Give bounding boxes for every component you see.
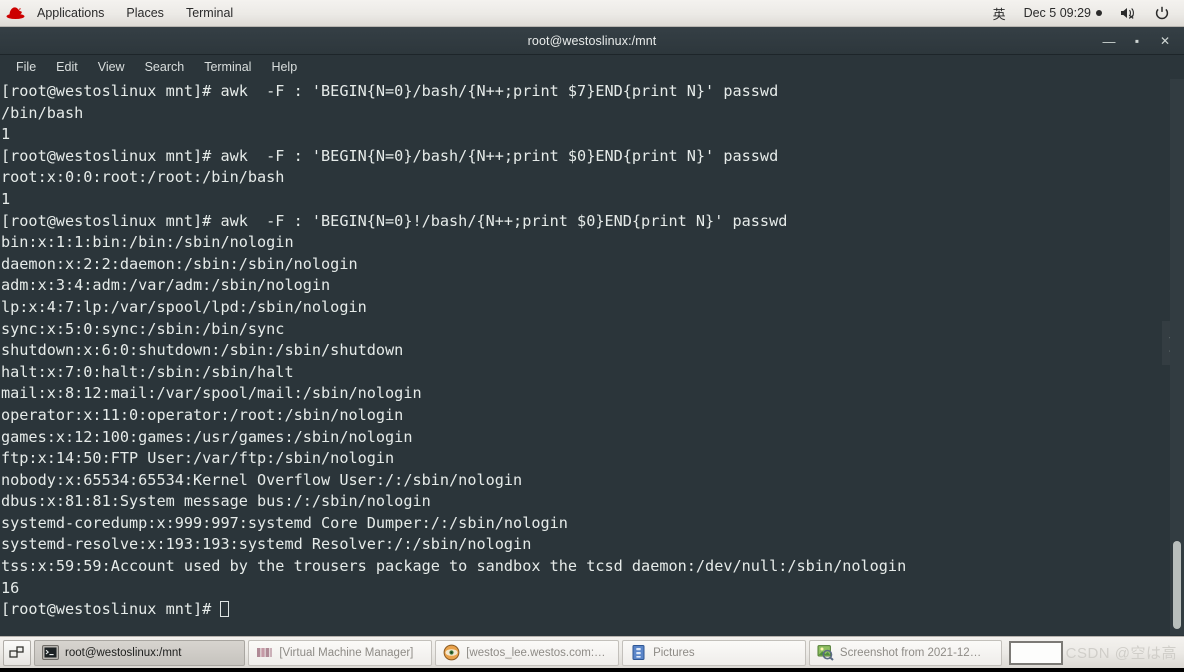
- terminal-prompt-line: [root@westoslinux mnt]#: [1, 599, 906, 621]
- terminal-canvas[interactable]: [root@westoslinux mnt]# awk -F : 'BEGIN{…: [0, 79, 1184, 635]
- task-button-pictures[interactable]: Pictures: [622, 639, 806, 666]
- terminal-line: /bin/bash: [1, 103, 84, 122]
- terminal-line: bin:x:1:1:bin:/bin:/sbin/nologin: [1, 233, 294, 252]
- terminal-line: halt:x:7:0:halt:/sbin:/sbin/halt: [1, 362, 294, 381]
- terminal-window: root@westoslinux:/mnt — ▪ ✕ File Edit Vi…: [0, 27, 1184, 636]
- menu-terminal[interactable]: Terminal: [175, 0, 244, 26]
- menu-applications[interactable]: Applications: [26, 0, 115, 26]
- terminal-line: 1: [1, 125, 11, 144]
- menu-help[interactable]: Help: [261, 57, 307, 77]
- terminal-line: [root@westoslinux mnt]# awk -F : 'BEGIN{…: [1, 82, 779, 100]
- terminal-line: mail:x:8:12:mail:/var/spool/mail:/sbin/n…: [1, 384, 422, 403]
- gnome-top-panel: Applications Places Terminal 英 Dec 5 09:…: [0, 0, 1184, 27]
- menu-view[interactable]: View: [88, 57, 135, 77]
- terminal-line: games:x:12:100:games:/usr/games:/sbin/no…: [1, 427, 413, 446]
- terminal-line: adm:x:3:4:adm:/var/adm:/sbin/nologin: [1, 276, 331, 295]
- terminal-line: nobody:x:65534:65534:Kernel Overflow Use…: [1, 470, 523, 489]
- terminal-line: tss:x:59:59:Account used by the trousers…: [1, 557, 907, 576]
- record-dot-icon: [1096, 10, 1102, 16]
- csdn-watermark: CSDN @空は高: [1065, 645, 1178, 662]
- window-title-bar[interactable]: root@westoslinux:/mnt — ▪ ✕: [0, 27, 1184, 55]
- terminal-line: shutdown:x:6:0:shutdown:/sbin:/sbin/shut…: [1, 341, 404, 360]
- maximize-button[interactable]: ▪: [1124, 30, 1150, 52]
- power-icon[interactable]: [1146, 0, 1178, 26]
- volume-muted-icon[interactable]: [1111, 0, 1146, 26]
- terminal-line: dbus:x:81:81:System message bus:/:/sbin/…: [1, 492, 431, 511]
- task-button-screenshot[interactable]: Screenshot from 2021-12…: [808, 639, 1002, 666]
- window-list-taskbar: root@westoslinux:/mnt [Virtual Machine M…: [0, 636, 1184, 668]
- screen-bottom-strip: [0, 668, 1184, 672]
- image-viewer-icon: [817, 644, 834, 661]
- terminal-line: [root@westoslinux mnt]# awk -F : 'BEGIN{…: [1, 211, 788, 230]
- top-panel-left-group: Applications Places Terminal: [0, 0, 244, 26]
- input-method-label: 英: [992, 6, 1006, 22]
- menu-terminal-window[interactable]: Terminal: [194, 57, 261, 77]
- terminal-line: systemd-resolve:x:193:193:systemd Resolv…: [1, 535, 532, 554]
- minimize-button[interactable]: —: [1096, 30, 1122, 52]
- terminal-scrollbar-thumb[interactable]: [1173, 541, 1181, 629]
- task-button-label: root@westoslinux:/mnt: [65, 646, 182, 659]
- terminal-line: daemon:x:2:2:daemon:/sbin:/sbin/nologin: [1, 254, 358, 273]
- workspace-switcher[interactable]: [1008, 640, 1063, 665]
- virt-manager-icon: [256, 644, 273, 661]
- terminal-line: lp:x:4:7:lp:/var/spool/lpd:/sbin/nologin: [1, 297, 367, 316]
- task-button-terminal[interactable]: root@westoslinux:/mnt: [34, 639, 246, 666]
- terminal-line: ftp:x:14:50:FTP User:/var/ftp:/sbin/nolo…: [1, 449, 395, 468]
- terminal-line: operator:x:11:0:operator:/root:/sbin/nol…: [1, 405, 404, 424]
- menu-places[interactable]: Places: [115, 0, 175, 26]
- terminal-line: root:x:0:0:root:/root:/bin/bash: [1, 168, 285, 187]
- window-title: root@westoslinux:/mnt: [527, 33, 657, 48]
- task-button-virtual-machine-manager[interactable]: [Virtual Machine Manager]: [248, 639, 433, 666]
- task-button-vnc-viewer[interactable]: [westos_lee.westos.com:8 …: [435, 639, 620, 666]
- desktop-screen: Applications Places Terminal 英 Dec 5 09:…: [0, 0, 1184, 672]
- terminal-output: [root@westoslinux mnt]# awk -F : 'BEGIN{…: [0, 79, 906, 621]
- terminal-line: 1: [1, 189, 11, 208]
- task-button-label: [Virtual Machine Manager]: [279, 646, 414, 659]
- redhat-logo-icon: [0, 6, 26, 20]
- task-button-label: [westos_lee.westos.com:8 …: [466, 646, 612, 659]
- menu-edit[interactable]: Edit: [46, 57, 88, 77]
- terminal-icon: [42, 644, 59, 661]
- terminal-menu-bar: File Edit View Search Terminal Help: [0, 55, 1184, 79]
- task-button-label: Pictures: [653, 646, 695, 659]
- file-manager-icon: [630, 644, 647, 661]
- menu-search[interactable]: Search: [135, 57, 195, 77]
- window-button-group: — ▪ ✕: [1096, 27, 1178, 55]
- task-button-label: Screenshot from 2021-12…: [839, 646, 982, 659]
- terminal-cursor: [220, 601, 230, 618]
- top-panel-status-area: 英 Dec 5 09:29: [984, 0, 1184, 26]
- clock-label: Dec 5 09:29: [1023, 6, 1091, 20]
- vnc-viewer-icon: [443, 644, 460, 661]
- terminal-line: [root@westoslinux mnt]# awk -F : 'BEGIN{…: [1, 146, 779, 165]
- terminal-scrollbar[interactable]: [1170, 79, 1184, 635]
- input-method-indicator[interactable]: 英: [984, 0, 1015, 26]
- clock[interactable]: Dec 5 09:29: [1015, 0, 1111, 26]
- close-button[interactable]: ✕: [1152, 30, 1178, 52]
- show-desktop-icon[interactable]: [3, 639, 31, 666]
- terminal-line: 16: [1, 578, 20, 597]
- terminal-line: systemd-coredump:x:999:997:systemd Core …: [1, 513, 568, 532]
- terminal-prompt: [root@westoslinux mnt]#: [1, 600, 221, 619]
- terminal-line: sync:x:5:0:sync:/sbin:/bin/sync: [1, 319, 285, 338]
- menu-file[interactable]: File: [6, 57, 46, 77]
